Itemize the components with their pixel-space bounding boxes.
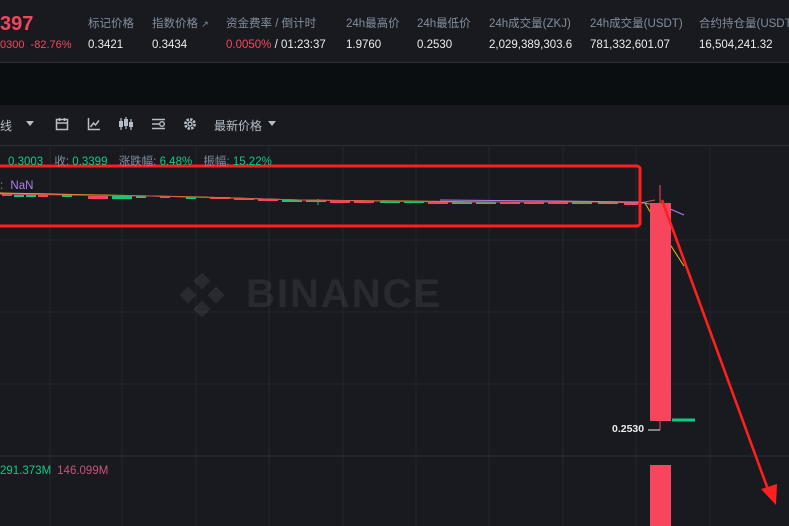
mark-price-value: 0.3421: [88, 39, 124, 51]
volume-readout: 291.373M 146.099M: [0, 465, 109, 477]
down-arrow: [660, 199, 777, 505]
open-interest-value: 16,504,241.32: [699, 39, 773, 51]
funding-label: 资金费率 / 倒计时: [226, 18, 317, 30]
interval-selector[interactable]: 线: [0, 117, 12, 134]
price-change: 0300 -82.76%: [0, 39, 72, 51]
high-stat: 24h最高价 1.9760: [346, 15, 400, 51]
mark-price-label: 标记价格: [88, 18, 134, 30]
high-label: 24h最高价: [346, 18, 400, 30]
drawing-tools-icon[interactable]: [151, 117, 166, 131]
chart-toolbar: 线 最新价格: [0, 105, 789, 146]
panel-gap: [0, 63, 789, 105]
low-label: 24h最低价: [417, 18, 471, 30]
vol-quote-label: 24h成交量(USDT): [590, 18, 683, 30]
chevron-down-icon[interactable]: [267, 120, 277, 127]
vol-quote-stat: 24h成交量(USDT) 781,332,601.07: [590, 15, 683, 51]
crash-candle-body: [650, 203, 671, 421]
mark-price-stat: 标记价格 0.3421: [88, 15, 134, 51]
external-link-icon[interactable]: ↗: [201, 19, 209, 29]
chevron-down-icon[interactable]: [25, 120, 35, 127]
vol-quote-value: 781,332,601.07: [590, 39, 670, 51]
vol-base-value: 2,029,389,303.6: [489, 39, 573, 51]
index-price-label[interactable]: 指数价格 ↗: [152, 15, 209, 31]
indicator-icon[interactable]: [87, 117, 101, 131]
ohlc-readout: 0.3003 收: 0.3399 涨跌幅: 6.48% 振幅: 15.22%: [8, 156, 272, 168]
vol-base-label: 24h成交量(ZKJ): [489, 18, 571, 30]
low-stat: 24h最低价 0.2530: [417, 15, 471, 51]
low-marker-label: 0.2530: [612, 423, 645, 435]
low-value: 0.2530: [417, 39, 453, 51]
open-interest-label: 合约持仓量(USDT: [699, 18, 789, 30]
candlestick-chart[interactable]: [0, 146, 789, 526]
ticker-header: 397 0300 -82.76% 标记价格 0.3421 指数价格 ↗ 0.34…: [0, 0, 789, 63]
open-interest-stat: 合约持仓量(USDT 16,504,241.32: [699, 15, 789, 51]
candle-type-icon[interactable]: [118, 117, 134, 131]
last-price: 397: [0, 13, 34, 35]
settings-icon[interactable]: [183, 117, 197, 131]
watermark-text: BINANCE: [246, 272, 443, 316]
vol-base-stat: 24h成交量(ZKJ) 2,029,389,303.6: [489, 15, 572, 51]
ma-readout: : NaN: [0, 180, 34, 192]
high-value: 1.9760: [346, 39, 382, 51]
calendar-icon[interactable]: [55, 117, 69, 131]
price-type-selector[interactable]: 最新价格: [214, 117, 262, 134]
binance-logo-icon: [172, 272, 232, 328]
funding-stat: 资金费率 / 倒计时 0.0050% / 01:23:37: [226, 15, 326, 51]
funding-value: 0.0050% / 01:23:37: [226, 39, 326, 51]
index-price-stat[interactable]: 指数价格 ↗ 0.3434: [152, 15, 209, 51]
volume-bar: [650, 465, 671, 526]
index-price-value: 0.3434: [152, 39, 188, 51]
